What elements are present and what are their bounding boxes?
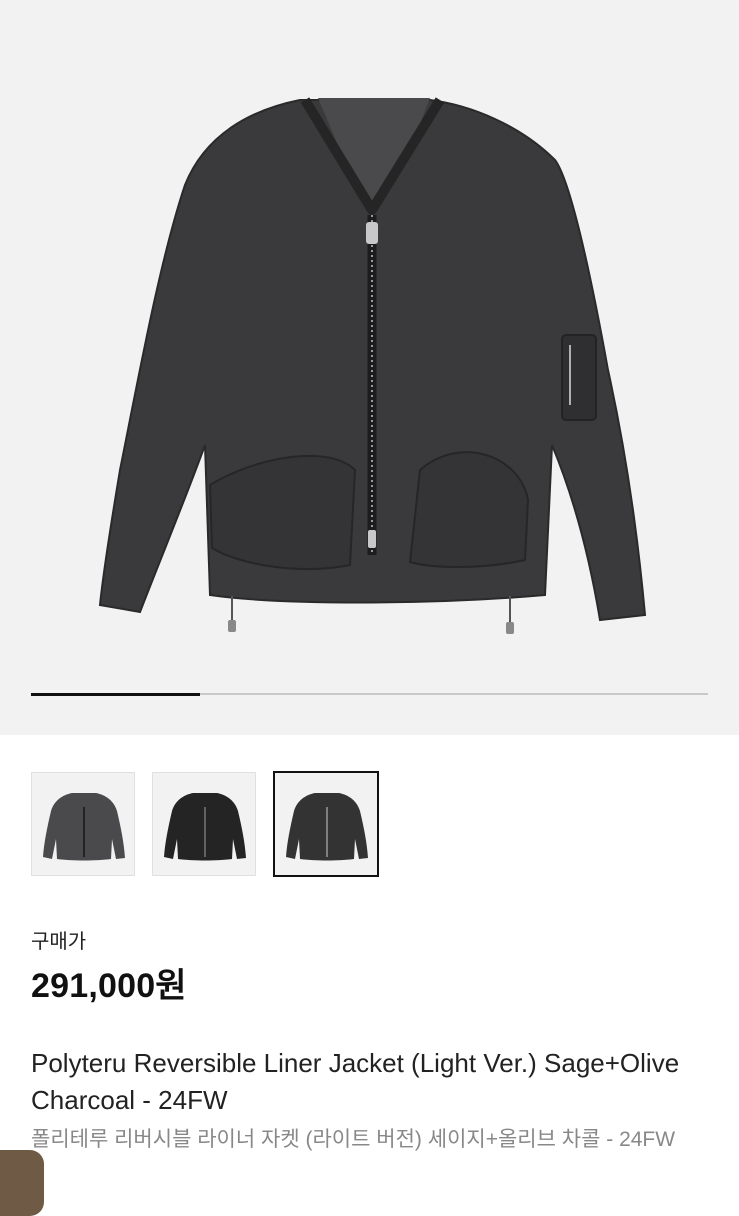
price-value: 291,000원 [31,967,187,1005]
jacket-thumbnail-image [164,793,246,861]
thumbnail-3-selected[interactable] [273,771,379,877]
price-label: 구매가 [31,931,87,953]
gallery-progress-track [31,692,708,696]
floating-avatar-badge[interactable] [0,1150,44,1216]
jacket-image [98,97,647,634]
product-title-en: Polyteru Reversible Liner Jacket (Light … [31,1048,680,1115]
jacket-thumbnail-image [286,793,368,861]
thumbnail-2[interactable] [152,772,256,876]
gallery-progress-fill [31,692,201,696]
product-title-ko: 폴리테루 리버시블 라이너 자켓 (라이트 버전) 세이지+올리브 차콜 - 2… [31,1128,676,1151]
thumbnail-1[interactable] [31,772,135,876]
jacket-thumbnail-image [43,793,125,861]
product-image-gallery[interactable] [0,0,739,735]
